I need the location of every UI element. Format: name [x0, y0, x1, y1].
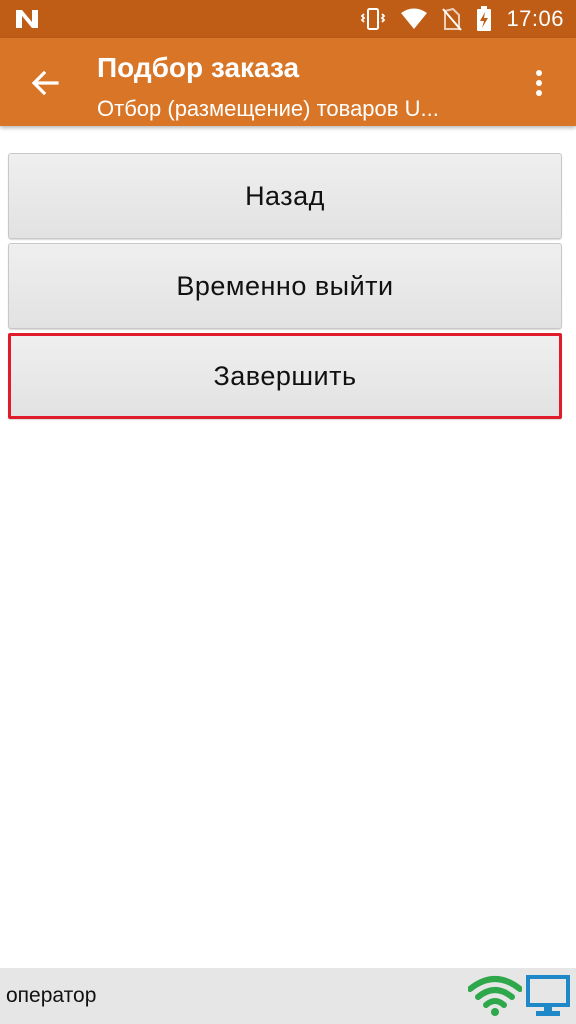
page-subtitle: Отбор (размещение) товаров U...	[97, 96, 439, 121]
bottom-bar: оператор	[0, 968, 576, 1024]
wifi-signal-icon	[467, 975, 523, 1022]
operator-label: оператор	[6, 984, 97, 1007]
status-time: 17:06	[506, 6, 564, 31]
n-logo-icon	[14, 8, 40, 30]
finish-button[interactable]: Завершить	[8, 333, 562, 419]
arrow-back-icon	[31, 70, 59, 96]
battery-charging-icon	[476, 6, 492, 32]
page-title: Подбор заказа	[97, 52, 300, 83]
no-sim-icon	[442, 7, 463, 31]
monitor-icon	[526, 975, 570, 1024]
more-menu-button[interactable]	[522, 62, 556, 104]
status-bar: 17:06	[0, 0, 576, 38]
back-arrow-button[interactable]	[22, 60, 68, 106]
vibrate-icon	[360, 7, 386, 31]
wifi-icon	[400, 8, 428, 30]
app-bar: Подбор заказа Отбор (размещение) товаров…	[0, 38, 576, 126]
more-vert-icon	[536, 70, 542, 76]
temporary-exit-button[interactable]: Временно выйти	[8, 243, 562, 329]
back-button[interactable]: Назад	[8, 153, 562, 239]
screen: 17:06 Подбор заказа Отбор (размещение) т…	[0, 0, 576, 1024]
